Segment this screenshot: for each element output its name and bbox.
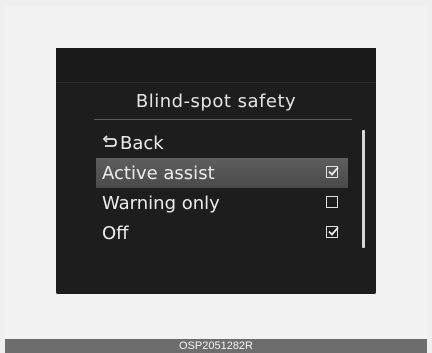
- menu-item-label: Warning only: [102, 192, 220, 214]
- menu-item-label: Active assist: [102, 162, 215, 184]
- menu-item-warning-only[interactable]: Warning only: [96, 188, 348, 218]
- settings-menu: Back Active assist Warning only Off: [96, 128, 348, 248]
- scrollbar-thumb[interactable]: [362, 130, 365, 248]
- menu-title: Blind-spot safety: [135, 91, 297, 112]
- back-arrow-icon: [102, 134, 118, 153]
- menu-item-back[interactable]: Back: [96, 128, 348, 158]
- menu-item-off[interactable]: Off: [96, 218, 348, 248]
- cluster-display: Blind-spot safety Back Active assist War…: [56, 48, 376, 294]
- title-divider: [94, 119, 352, 120]
- checkbox-unchecked-icon[interactable]: [326, 196, 338, 208]
- checkbox-checked-icon[interactable]: [326, 226, 339, 238]
- checkbox-checked-icon[interactable]: [326, 166, 339, 178]
- display-header-band: [56, 48, 376, 83]
- menu-scrollbar[interactable]: [362, 130, 365, 248]
- figure-code-caption: OSP2051282R: [5, 339, 427, 353]
- menu-item-active-assist[interactable]: Active assist: [96, 158, 348, 188]
- menu-item-label: Off: [102, 222, 129, 244]
- menu-item-label: Back: [120, 132, 164, 154]
